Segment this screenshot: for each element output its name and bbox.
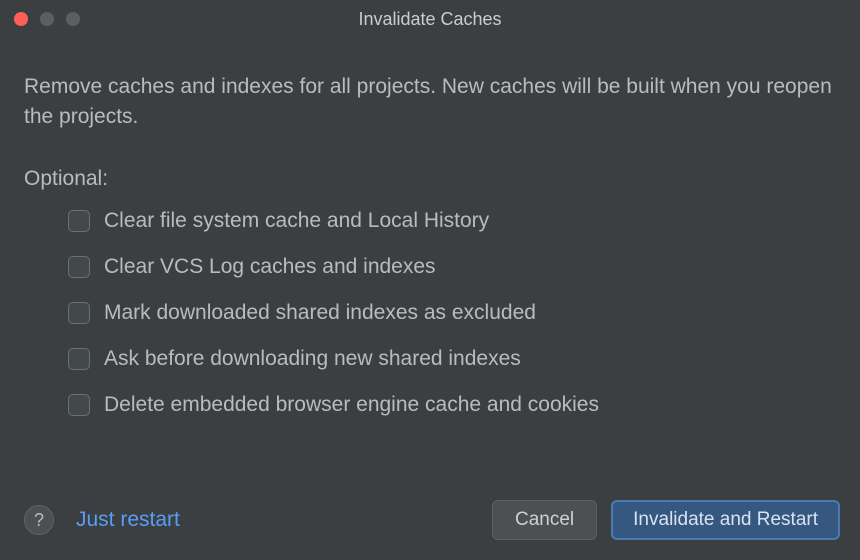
dialog-content: Remove caches and indexes for all projec… xyxy=(0,38,860,417)
checkbox-label: Delete embedded browser engine cache and… xyxy=(104,393,599,417)
checkbox-icon[interactable] xyxy=(68,394,90,416)
checkbox-label: Clear VCS Log caches and indexes xyxy=(104,255,436,279)
invalidate-and-restart-button[interactable]: Invalidate and Restart xyxy=(611,500,840,540)
zoom-window-icon[interactable] xyxy=(66,12,80,26)
window-title: Invalidate Caches xyxy=(358,9,501,30)
help-button[interactable]: ? xyxy=(24,505,54,535)
traffic-lights xyxy=(14,12,80,26)
just-restart-link[interactable]: Just restart xyxy=(76,508,180,532)
checkbox-clear-vcs-log[interactable]: Clear VCS Log caches and indexes xyxy=(68,255,836,279)
checkbox-mark-shared-indexes-excluded[interactable]: Mark downloaded shared indexes as exclud… xyxy=(68,301,836,325)
minimize-window-icon[interactable] xyxy=(40,12,54,26)
titlebar: Invalidate Caches xyxy=(0,0,860,38)
help-icon: ? xyxy=(34,510,44,531)
checkbox-label: Mark downloaded shared indexes as exclud… xyxy=(104,301,536,325)
close-window-icon[interactable] xyxy=(14,12,28,26)
checkbox-delete-browser-cache[interactable]: Delete embedded browser engine cache and… xyxy=(68,393,836,417)
checkbox-icon[interactable] xyxy=(68,348,90,370)
checkbox-icon[interactable] xyxy=(68,302,90,324)
optional-label: Optional: xyxy=(24,167,836,191)
checkbox-label: Clear file system cache and Local Histor… xyxy=(104,209,489,233)
checkbox-label: Ask before downloading new shared indexe… xyxy=(104,347,521,371)
checkbox-icon[interactable] xyxy=(68,210,90,232)
dialog-footer: ? Just restart Cancel Invalidate and Res… xyxy=(0,500,860,540)
dialog-description: Remove caches and indexes for all projec… xyxy=(24,72,836,133)
checkbox-icon[interactable] xyxy=(68,256,90,278)
checkbox-clear-file-system-cache[interactable]: Clear file system cache and Local Histor… xyxy=(68,209,836,233)
cancel-button[interactable]: Cancel xyxy=(492,500,597,540)
checkbox-list: Clear file system cache and Local Histor… xyxy=(24,209,836,417)
checkbox-ask-before-downloading[interactable]: Ask before downloading new shared indexe… xyxy=(68,347,836,371)
